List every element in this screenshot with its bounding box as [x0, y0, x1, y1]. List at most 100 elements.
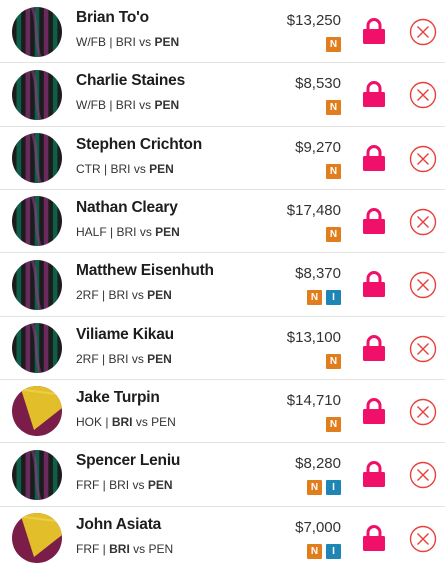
player-position: W/FB: [76, 98, 106, 113]
versus-label: vs: [128, 351, 148, 366]
meta-separator: |: [106, 35, 116, 49]
player-row: Stephen Crichton CTR | BRI vs PEN $9,270 N: [0, 126, 445, 190]
jersey-avatar: [12, 69, 62, 120]
player-name[interactable]: Jake Turpin: [76, 389, 160, 407]
player-name[interactable]: Spencer Leniu: [76, 452, 180, 470]
away-team: PEN: [148, 541, 174, 556]
player-price: $14,710: [286, 391, 341, 409]
player-name[interactable]: Charlie Staines: [76, 72, 185, 90]
player-name[interactable]: John Asiata: [76, 516, 161, 534]
remove-icon[interactable]: [409, 461, 437, 489]
away-team: PEN: [155, 224, 180, 239]
player-position: 2RF: [76, 351, 99, 366]
meta-separator: |: [100, 161, 111, 176]
n-status-badge: N: [326, 353, 341, 369]
jersey-avatar: [12, 6, 62, 57]
jersey-avatar: [12, 196, 62, 247]
player-name[interactable]: Viliame Kikau: [76, 326, 174, 344]
player-name[interactable]: Stephen Crichton: [76, 136, 202, 154]
lock-icon[interactable]: [362, 80, 386, 108]
lock-icon[interactable]: [362, 144, 386, 172]
player-meta: HOK | BRI vs PEN: [76, 415, 176, 429]
player-row: Matthew Eisenhuth 2RF | BRI vs PEN $8,370 N…: [0, 253, 445, 317]
n-status-badge: N: [326, 416, 341, 432]
remove-icon[interactable]: [409, 335, 437, 363]
home-team: BRI: [109, 478, 130, 493]
player-position: HALF: [76, 224, 107, 239]
versus-label: vs: [130, 161, 150, 176]
away-team: PEN: [147, 288, 172, 303]
player-meta: CTR | BRI vs PEN: [76, 162, 174, 176]
n-status-badge: N: [307, 543, 322, 559]
remove-icon[interactable]: [409, 208, 437, 236]
player-price: $8,370: [295, 265, 341, 283]
player-price: $13,250: [286, 12, 341, 29]
player-position: HOK: [76, 414, 103, 429]
lock-icon[interactable]: [362, 524, 386, 552]
n-status-badge: N: [307, 480, 322, 496]
status-badges: N: [326, 416, 341, 432]
player-meta: FRF | BRI vs PEN: [76, 478, 173, 492]
player-meta: W/FB | BRI vs PEN: [76, 98, 179, 112]
n-status-badge: N: [326, 100, 341, 116]
i-status-badge: I: [326, 480, 341, 496]
status-badges: NI: [307, 480, 341, 496]
i-status-badge: I: [326, 543, 341, 559]
jersey-avatar: [12, 449, 62, 500]
player-price: $8,530: [295, 75, 341, 93]
player-position: CTR: [76, 161, 101, 176]
player-price: $17,480: [286, 201, 341, 219]
lock-icon[interactable]: [362, 17, 386, 45]
player-meta: W/FB | BRI vs PEN: [76, 35, 179, 49]
remove-icon[interactable]: [409, 18, 437, 46]
jersey-avatar: [12, 259, 62, 310]
remove-icon[interactable]: [409, 398, 437, 426]
lock-icon[interactable]: [362, 397, 386, 425]
status-badges: N: [326, 163, 341, 179]
remove-icon[interactable]: [409, 145, 437, 173]
home-team: BRI: [115, 35, 136, 49]
remove-icon[interactable]: [409, 525, 437, 553]
player-name[interactable]: Brian To'o: [76, 9, 149, 27]
home-team: BRI: [108, 351, 129, 366]
away-team: PEN: [154, 35, 180, 49]
lock-icon[interactable]: [362, 334, 386, 362]
lock-icon[interactable]: [362, 270, 386, 298]
versus-label: vs: [136, 224, 156, 239]
versus-label: vs: [132, 414, 152, 429]
player-row: John Asiata FRF | BRI vs PEN $7,000 N I: [0, 506, 445, 570]
player-row: Jake Turpin HOK | BRI vs PEN $14,710 N: [0, 379, 445, 444]
jersey-avatar: [12, 323, 62, 374]
status-badges: N: [326, 226, 341, 242]
meta-separator: |: [99, 478, 110, 493]
remove-icon[interactable]: [409, 271, 437, 299]
player-position: FRF: [76, 478, 100, 493]
home-team: BRI: [111, 414, 133, 429]
versus-label: vs: [128, 288, 148, 303]
player-row: Nathan Cleary HALF | BRI vs PEN $17,480 N: [0, 189, 445, 254]
player-name[interactable]: Nathan Cleary: [76, 199, 178, 217]
n-status-badge: N: [326, 163, 341, 179]
remove-icon[interactable]: [409, 81, 437, 109]
player-price: $7,000: [295, 518, 341, 536]
player-position: 2RF: [76, 288, 99, 303]
versus-label: vs: [129, 541, 149, 556]
away-team: PEN: [149, 161, 174, 176]
jersey-avatar: [12, 386, 62, 437]
player-row: Brian To'o W/FB | BRI vs PEN $13,250 N: [0, 0, 445, 64]
status-badges: N: [326, 353, 341, 369]
lock-icon[interactable]: [362, 207, 386, 235]
player-position: FRF: [76, 541, 100, 556]
home-team: BRI: [109, 541, 130, 556]
meta-separator: |: [102, 414, 112, 429]
player-position: W/FB: [76, 35, 106, 49]
jersey-avatar: [12, 513, 62, 564]
versus-label: vs: [129, 478, 148, 493]
away-team: PEN: [151, 414, 176, 429]
n-status-badge: N: [326, 226, 341, 242]
player-name[interactable]: Matthew Eisenhuth: [76, 262, 214, 280]
meta-separator: |: [98, 351, 109, 366]
player-price: $8,280: [295, 455, 341, 473]
player-meta: 2RF | BRI vs PEN: [76, 352, 172, 366]
lock-icon[interactable]: [362, 460, 386, 488]
